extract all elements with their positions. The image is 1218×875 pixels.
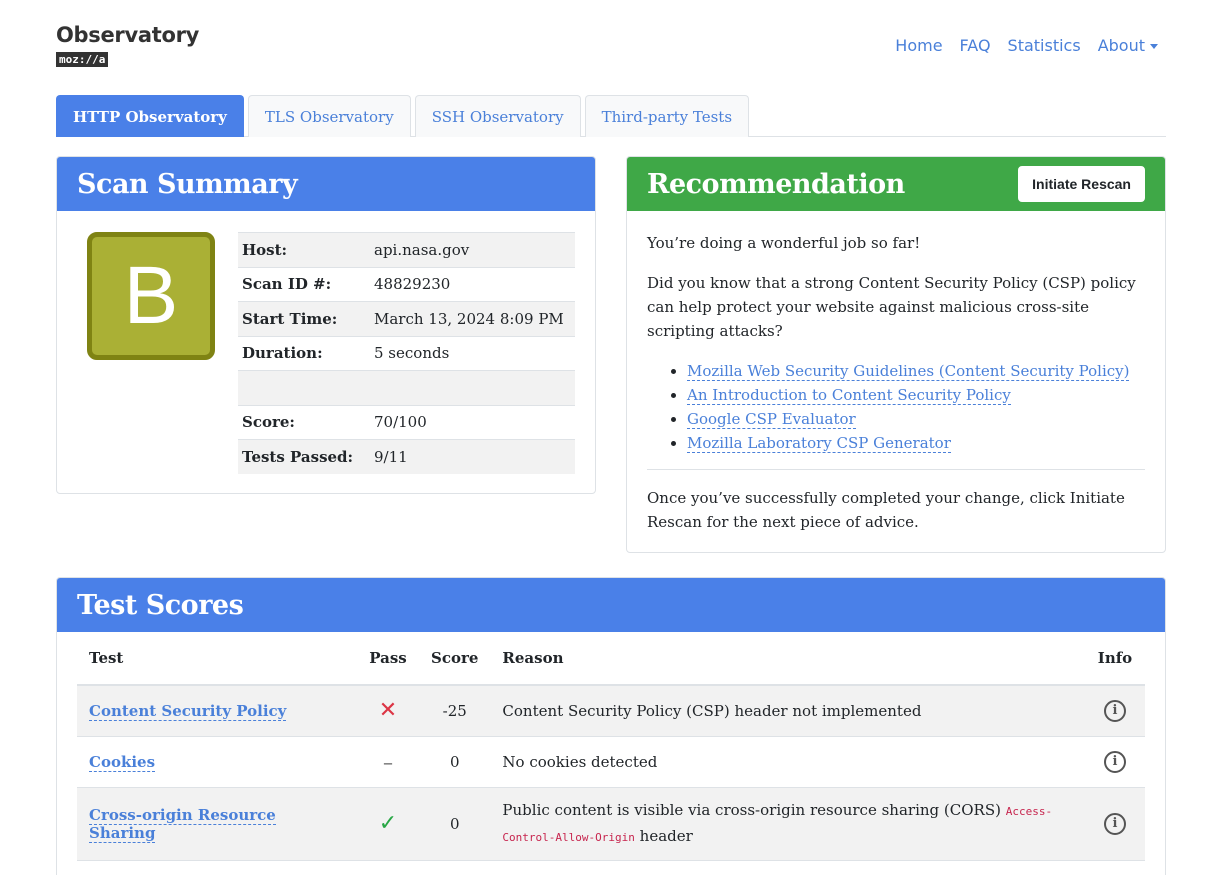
pass-check-icon: ✓: [378, 811, 398, 836]
info-icon[interactable]: i: [1104, 750, 1126, 773]
score-cell: 0: [419, 736, 491, 788]
tab-ssh-observatory[interactable]: SSH Observatory: [414, 95, 581, 137]
top-nav: Home FAQ Statistics About: [895, 36, 1158, 55]
recommendation-header: Recommendation Initiate Rescan: [627, 157, 1165, 211]
link-mozilla-csp-guidelines[interactable]: Mozilla Web Security Guidelines (Content…: [687, 362, 1130, 381]
summary-row-empty: [238, 370, 575, 405]
recommendation-links: Mozilla Web Security Guidelines (Content…: [687, 359, 1145, 455]
mozilla-badge: moz://a: [56, 52, 109, 67]
column-header-test: Test: [77, 632, 357, 686]
summary-value: 48829230: [370, 266, 575, 302]
link-google-csp-evaluator[interactable]: Google CSP Evaluator: [687, 410, 856, 429]
column-header-score: Score: [419, 632, 491, 686]
reason-text: Public content is visible via cross-orig…: [502, 800, 1001, 819]
table-row: Cross-origin Resource Sharing ✓ 0 Public…: [77, 787, 1145, 861]
fail-x-icon: ✕: [378, 698, 398, 724]
list-item: Google CSP Evaluator: [687, 407, 1145, 431]
summary-key: Tests Passed:: [238, 439, 370, 474]
initiate-rescan-button[interactable]: Initiate Rescan: [1018, 166, 1145, 202]
grade-badge: B: [87, 232, 215, 360]
divider: [647, 469, 1145, 470]
column-header-pass: Pass: [357, 632, 419, 686]
scan-summary-title: Scan Summary: [57, 157, 595, 211]
recommendation-intro: You’re doing a wonderful job so far!: [647, 234, 921, 252]
reason-cell: No cookies detected: [490, 736, 1085, 788]
summary-key: Scan ID #:: [238, 266, 370, 302]
info-icon[interactable]: i: [1104, 812, 1126, 835]
column-header-info: Info: [1085, 632, 1145, 686]
test-link-csp[interactable]: Content Security Policy: [89, 701, 287, 721]
table-row: Content Security Policy ✕ -25 Content Se…: [77, 685, 1145, 737]
list-item: Mozilla Laboratory CSP Generator: [687, 431, 1145, 455]
summary-value: 70/100: [370, 404, 575, 440]
recommendation-footer: Once you’ve successfully completed your …: [647, 489, 1125, 531]
scan-summary-card: Scan Summary B Host: api.nasa.gov Scan ID…: [56, 156, 596, 494]
summary-value: [370, 370, 575, 405]
nav-statistics-link[interactable]: Statistics: [1008, 36, 1081, 55]
summary-row-host: Host: api.nasa.gov: [238, 232, 575, 267]
summary-row-duration: Duration: 5 seconds: [238, 335, 575, 371]
link-intro-to-csp[interactable]: An Introduction to Content Security Poli…: [687, 386, 1011, 405]
test-scores-title: Test Scores: [57, 578, 1165, 632]
chevron-down-icon: [1150, 44, 1158, 49]
neutral-dash-icon: –: [383, 749, 393, 774]
nav-faq-link[interactable]: FAQ: [960, 36, 991, 55]
summary-row-score: Score: 70/100: [238, 404, 575, 440]
nav-home-link[interactable]: Home: [895, 36, 942, 55]
recommendation-text: Did you know that a strong Content Secur…: [647, 274, 1136, 340]
summary-key: Start Time:: [238, 301, 370, 336]
summary-value: 9/11: [370, 439, 575, 474]
summary-key: Duration:: [238, 335, 370, 371]
list-item: Mozilla Web Security Guidelines (Content…: [687, 359, 1145, 383]
recommendation-body: You’re doing a wonderful job so far! Did…: [627, 211, 1165, 534]
link-mozilla-csp-generator[interactable]: Mozilla Laboratory CSP Generator: [687, 434, 951, 453]
recommendation-card: Recommendation Initiate Rescan You’re do…: [626, 156, 1166, 553]
reason-suffix: header: [639, 826, 693, 845]
nav-about-label: About: [1097, 36, 1145, 55]
summary-key: [238, 370, 370, 405]
reason-cell: Public content is visible via cross-orig…: [490, 787, 1085, 861]
tab-http-observatory[interactable]: HTTP Observatory: [56, 95, 244, 137]
info-icon[interactable]: i: [1104, 699, 1126, 722]
observatory-tabs: HTTP Observatory TLS Observatory SSH Obs…: [56, 95, 1166, 137]
test-link-cookies[interactable]: Cookies: [89, 752, 156, 772]
score-cell: -25: [419, 685, 491, 737]
nav-about-dropdown[interactable]: About: [1098, 36, 1158, 55]
summary-row-tests-passed: Tests Passed: 9/11: [238, 439, 575, 474]
summary-value: api.nasa.gov: [370, 232, 575, 267]
tab-third-party-tests[interactable]: Third-party Tests: [584, 95, 750, 137]
summary-value: 5 seconds: [370, 335, 575, 371]
column-header-reason: Reason: [490, 632, 1085, 686]
score-cell: 0: [419, 787, 491, 861]
table-row: Cookies – 0 No cookies detected i: [77, 736, 1145, 788]
test-link-cors[interactable]: Cross-origin Resource Sharing: [89, 805, 276, 843]
test-scores-table: Test Pass Score Reason Info Content Secu…: [77, 632, 1145, 861]
summary-key: Score:: [238, 404, 370, 440]
logo[interactable]: Observatory moz://a: [56, 22, 199, 67]
summary-key: Host:: [238, 232, 370, 267]
reason-cell: Content Security Policy (CSP) header not…: [490, 685, 1085, 737]
logo-title: Observatory: [56, 23, 200, 47]
summary-value: March 13, 2024 8:09 PM: [370, 301, 575, 336]
list-item: An Introduction to Content Security Poli…: [687, 383, 1145, 407]
summary-row-start-time: Start Time: March 13, 2024 8:09 PM: [238, 301, 575, 336]
tab-tls-observatory[interactable]: TLS Observatory: [247, 95, 411, 137]
summary-row-scan-id: Scan ID #: 48829230: [238, 266, 575, 302]
recommendation-title: Recommendation: [647, 168, 905, 200]
summary-table: Host: api.nasa.gov Scan ID #: 48829230 Sta…: [238, 232, 575, 474]
test-scores-card: Test Scores Test Pass Score Reason Info …: [56, 577, 1166, 875]
